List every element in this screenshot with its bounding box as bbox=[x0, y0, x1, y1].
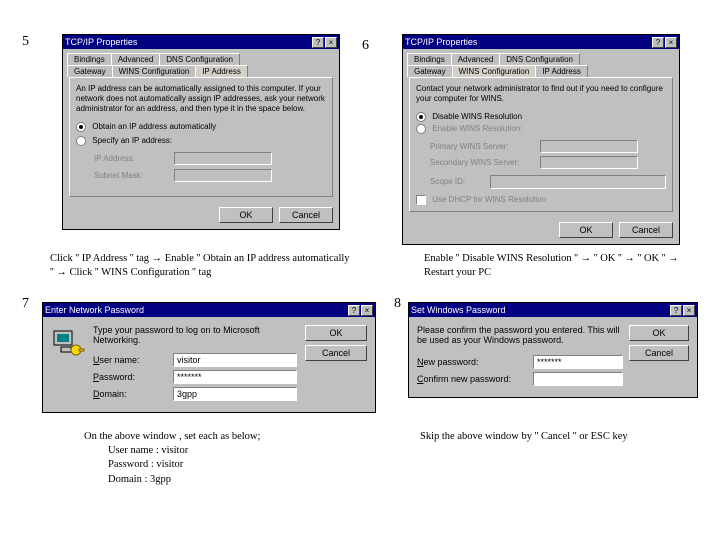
confirm-password-field[interactable] bbox=[533, 372, 623, 386]
close-icon[interactable]: × bbox=[665, 37, 677, 48]
close-icon[interactable]: × bbox=[325, 37, 337, 48]
primary-wins-label: Primary WINS Server: bbox=[430, 142, 540, 152]
tcpip-properties-ipaddress-dialog: TCP/IP Properties ? × Bindings Advanced … bbox=[62, 34, 340, 230]
intro-text: Contact your network administrator to fi… bbox=[416, 84, 666, 104]
dialog-message: Please confirm the password you entered.… bbox=[417, 325, 623, 345]
caption-line: Domain : 3gpp bbox=[84, 473, 384, 487]
cancel-button[interactable]: Cancel bbox=[279, 207, 333, 223]
domain-field[interactable]: 3gpp bbox=[173, 387, 297, 401]
step-5-number: 5 bbox=[22, 34, 29, 50]
password-field[interactable]: ******* bbox=[173, 370, 297, 384]
tab-wins-configuration[interactable]: WINS Configuration bbox=[452, 65, 537, 77]
step-8-number: 8 bbox=[394, 296, 401, 312]
close-icon[interactable]: × bbox=[361, 305, 373, 316]
caption-step-6: Enable '' Disable WINS Resolution '' → '… bbox=[424, 252, 684, 280]
radio-obtain-auto[interactable] bbox=[76, 122, 86, 132]
scope-id-field bbox=[490, 175, 666, 189]
radio-specify-label: Specify an IP address: bbox=[92, 136, 172, 145]
tab-bindings[interactable]: Bindings bbox=[407, 53, 452, 65]
secondary-wins-field bbox=[540, 156, 638, 169]
help-icon[interactable]: ? bbox=[312, 37, 324, 48]
ok-button[interactable]: OK bbox=[559, 222, 613, 238]
radio-enable-wins-label: Enable WINS Resolution: bbox=[432, 124, 522, 133]
scope-id-label: Scope ID: bbox=[430, 177, 490, 187]
tab-bindings[interactable]: Bindings bbox=[67, 53, 112, 65]
caption-line: Password : visitor bbox=[84, 458, 384, 472]
confirm-password-label: Confirm new password: bbox=[417, 374, 527, 384]
tab-advanced[interactable]: Advanced bbox=[451, 53, 501, 65]
radio-obtain-auto-label: Obtain an IP address automatically bbox=[92, 122, 216, 131]
tab-body: Contact your network administrator to fi… bbox=[409, 77, 673, 212]
tab-strip: Bindings Advanced DNS Configuration Gate… bbox=[63, 49, 339, 77]
domain-label: Domain: bbox=[93, 389, 167, 399]
set-windows-password-dialog: Set Windows Password ? × Please confirm … bbox=[408, 302, 698, 398]
help-icon[interactable]: ? bbox=[652, 37, 664, 48]
radio-specify[interactable] bbox=[76, 136, 86, 146]
dialog-title: Enter Network Password bbox=[45, 305, 144, 315]
new-password-field[interactable]: ******* bbox=[533, 355, 623, 369]
cancel-button[interactable]: Cancel bbox=[629, 345, 689, 361]
ok-button[interactable]: OK bbox=[219, 207, 273, 223]
radio-enable-wins[interactable] bbox=[416, 124, 426, 134]
primary-wins-field bbox=[540, 140, 638, 153]
dhcp-wins-label: Use DHCP for WINS Resolution bbox=[432, 195, 546, 204]
cancel-button[interactable]: Cancel bbox=[305, 345, 367, 361]
tab-body: An IP address can be automatically assig… bbox=[69, 77, 333, 197]
tab-ip-address[interactable]: IP Address bbox=[195, 65, 248, 77]
username-field[interactable]: visitor bbox=[173, 353, 297, 367]
radio-disable-wins-label: Disable WINS Resolution bbox=[432, 112, 522, 121]
ok-button[interactable]: OK bbox=[629, 325, 689, 341]
tab-wins-configuration[interactable]: WINS Configuration bbox=[112, 65, 197, 77]
radio-disable-wins[interactable] bbox=[416, 112, 426, 122]
tab-gateway[interactable]: Gateway bbox=[407, 65, 453, 77]
tab-advanced[interactable]: Advanced bbox=[111, 53, 161, 65]
titlebar: TCP/IP Properties ? × bbox=[63, 35, 339, 49]
dialog-title: Set Windows Password bbox=[411, 305, 506, 315]
caption-line: On the above window , set each as below; bbox=[84, 430, 384, 444]
ok-button[interactable]: OK bbox=[305, 325, 367, 341]
subnet-mask-field bbox=[174, 169, 272, 182]
intro-text: An IP address can be automatically assig… bbox=[76, 84, 326, 114]
ip-address-field bbox=[174, 152, 272, 165]
titlebar: TCP/IP Properties ? × bbox=[403, 35, 679, 49]
new-password-label: New password: bbox=[417, 357, 527, 367]
tcpip-properties-wins-dialog: TCP/IP Properties ? × Bindings Advanced … bbox=[402, 34, 680, 245]
secondary-wins-label: Secondary WINS Server: bbox=[430, 158, 540, 168]
caption-step-5: Click '' IP Address '' tag → Enable '' O… bbox=[50, 252, 350, 280]
caption-line: User name : visitor bbox=[84, 444, 384, 458]
dialog-title: TCP/IP Properties bbox=[405, 37, 477, 47]
tab-dns-configuration[interactable]: DNS Configuration bbox=[499, 53, 580, 65]
titlebar: Enter Network Password ? × bbox=[43, 303, 375, 317]
dialog-title: TCP/IP Properties bbox=[65, 37, 137, 47]
cancel-button[interactable]: Cancel bbox=[619, 222, 673, 238]
enter-network-password-dialog: Enter Network Password ? × Type your pas… bbox=[42, 302, 376, 413]
tab-strip: Bindings Advanced DNS Configuration Gate… bbox=[403, 49, 679, 77]
caption-step-8: Skip the above window by '' Cancel '' or… bbox=[420, 430, 700, 444]
help-icon[interactable]: ? bbox=[670, 305, 682, 316]
step-6-number: 6 bbox=[362, 38, 369, 54]
network-key-icon bbox=[51, 325, 85, 359]
step-7-number: 7 bbox=[22, 296, 29, 312]
ip-address-label: IP Address: bbox=[94, 154, 174, 164]
subnet-mask-label: Subnet Mask: bbox=[94, 171, 174, 181]
password-label: Password: bbox=[93, 372, 167, 382]
close-icon[interactable]: × bbox=[683, 305, 695, 316]
tab-gateway[interactable]: Gateway bbox=[67, 65, 113, 77]
titlebar: Set Windows Password ? × bbox=[409, 303, 697, 317]
tab-dns-configuration[interactable]: DNS Configuration bbox=[159, 53, 240, 65]
tab-ip-address[interactable]: IP Address bbox=[535, 65, 588, 77]
caption-step-7: On the above window , set each as below;… bbox=[84, 430, 384, 487]
help-icon[interactable]: ? bbox=[348, 305, 360, 316]
dialog-message: Type your password to log on to Microsof… bbox=[93, 325, 297, 345]
username-label: User name: bbox=[93, 355, 167, 365]
dhcp-wins-checkbox[interactable] bbox=[416, 195, 426, 205]
